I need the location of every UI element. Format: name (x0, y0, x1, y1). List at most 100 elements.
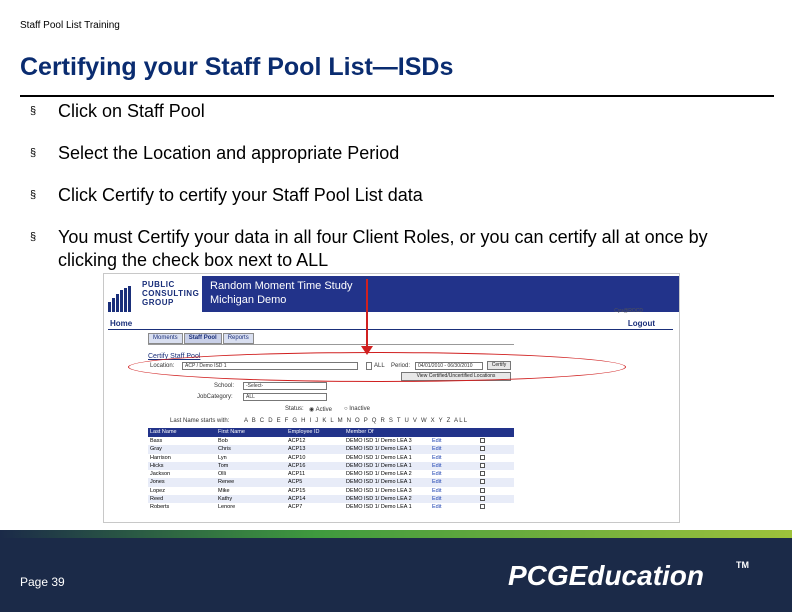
pcg-education-logo: PCGEducation TM (508, 560, 749, 591)
app-title: Random Moment Time Study (210, 280, 353, 292)
edit-link[interactable]: Edit (430, 462, 478, 470)
table-cell: ACP10 (288, 454, 306, 461)
row-checkbox[interactable] (478, 462, 514, 470)
table-row: Hicks Tom ACP16 DEMO ISD 1/ Demo LEA 1 Edit (148, 461, 514, 471)
table-cell: ACP13 (288, 446, 306, 453)
table-cell: Chris (218, 446, 231, 453)
footer-accent (0, 530, 792, 538)
table-cell: Bob (218, 438, 228, 444)
edit-link[interactable]: Edit (430, 470, 478, 478)
staff-table: Last Name First Name Employee ID Member … (148, 428, 514, 512)
school-select[interactable]: -Select- (243, 382, 327, 390)
row-checkbox[interactable] (478, 437, 514, 445)
status-label: Status: (285, 406, 304, 412)
table-header: Last Name First Name Employee ID Member … (148, 428, 514, 437)
svg-text:TM: TM (736, 560, 749, 570)
table-cell: Gray (150, 446, 162, 453)
table-cell: Mike (218, 487, 230, 494)
table-cell: Jackson (150, 471, 171, 478)
row-checkbox[interactable] (478, 495, 514, 503)
table-cell: ACP15 (288, 487, 306, 494)
row-checkbox[interactable] (478, 454, 514, 462)
table-cell: Bass (150, 438, 163, 444)
app-titlebar: Random Moment Time Study Michigan Demo (202, 276, 679, 312)
pcg-app-logo: PUBLIC CONSULTING GROUP (106, 278, 202, 312)
app-tabs: Moments Staff Pool Reports (148, 333, 255, 344)
jobcategory-select[interactable]: ALL (243, 393, 327, 401)
logout-link[interactable]: Logout (628, 319, 655, 328)
bullet-text: Click Certify to certify your Staff Pool… (58, 185, 423, 205)
table-row: Roberts Lenore ACP7 DEMO ISD 1/ Demo LEA 1 E… (148, 503, 514, 511)
table-row: Bass Bob ACP12 DEMO ISD 1/ Demo LEA 3 Edit (148, 437, 514, 445)
annotation-arrow-head (361, 346, 373, 355)
table-cell: Roberts (150, 504, 170, 511)
annotation-oval (128, 352, 626, 382)
status-inactive-radio[interactable]: ○ Inactive (344, 406, 370, 412)
table-row: Reed Kathy ACP14 DEMO ISD 1/ Demo LEA 2 Edit (148, 495, 514, 504)
table-cell: Harrison (150, 454, 171, 461)
row-checkbox[interactable] (478, 445, 514, 453)
table-row: Jackson Olli ACP11 DEMO ISD 1/ Demo LEA 2 Ed… (148, 470, 514, 478)
row-checkbox[interactable] (478, 470, 514, 478)
app-subtitle: Michigan Demo (210, 294, 287, 306)
user-label: Cyu@ROCD (614, 308, 643, 314)
bullet-text: Select the Location and appropriate Peri… (58, 143, 400, 163)
edit-link[interactable]: Edit (430, 445, 478, 453)
edit-link[interactable]: Edit (430, 487, 478, 495)
edit-link[interactable]: Edit (430, 495, 478, 503)
table-row: Harrison Lyn ACP10 DEMO ISD 1/ Demo LEA 1 Ed… (148, 454, 514, 462)
school-label: School: (214, 383, 235, 389)
home-link[interactable]: Home (110, 319, 132, 328)
table-cell: ACP12 (288, 438, 306, 444)
table-cell: ACP16 (288, 462, 306, 469)
edit-link[interactable]: Edit (430, 454, 478, 462)
table-cell: Jones (150, 479, 165, 486)
bullet-mark: § (30, 189, 37, 201)
app-screenshot: PUBLIC CONSULTING GROUP Random Moment Ti… (103, 273, 680, 523)
table-cell: ACP14 (288, 496, 306, 503)
row-checkbox[interactable] (478, 478, 514, 486)
bullet-text: You must Certify your data in all four C… (58, 227, 708, 270)
bullet-text: Click on Staff Pool (58, 101, 205, 121)
bullet-mark: § (30, 105, 37, 117)
table-cell: DEMO ISD 1/ Demo LEA 1 (346, 446, 412, 453)
table-cell: ACP7 (288, 504, 303, 511)
table-cell: DEMO ISD 1/ Demo LEA 1 (346, 504, 412, 511)
table-cell: ACP11 (288, 471, 306, 478)
logo-bars-icon (108, 286, 132, 312)
table-cell: DEMO ISD 1/ Demo LEA 2 (346, 496, 412, 503)
tab-divider (148, 344, 514, 345)
app-banner: PUBLIC CONSULTING GROUP Random Moment Ti… (104, 274, 679, 312)
page-number: Page 39 (20, 575, 65, 589)
edit-link[interactable]: Edit (430, 503, 478, 511)
nav-divider (108, 329, 673, 330)
slide-title: Certifying your Staff Pool List—ISDs (20, 53, 454, 81)
logo-text: PUBLIC CONSULTING GROUP (142, 280, 200, 307)
title-divider (20, 95, 774, 97)
table-cell: Tom (218, 462, 229, 469)
row-checkbox[interactable] (478, 487, 514, 495)
annotation-arrow (366, 279, 368, 351)
table-row: Gray Chris ACP13 DEMO ISD 1/ Demo LEA 1 Edit (148, 445, 514, 454)
tab-moments[interactable]: Moments (148, 333, 183, 344)
table-cell: Renee (218, 479, 235, 486)
table-body: Bass Bob ACP12 DEMO ISD 1/ Demo LEA 3 Edit Gr… (148, 437, 514, 512)
table-cell: ACP5 (288, 479, 303, 486)
tab-staff-pool[interactable]: Staff Pool (183, 333, 222, 344)
edit-link[interactable]: Edit (430, 478, 478, 486)
lastname-filter-label: Last Name starts with: (170, 418, 230, 424)
alphabet-filter[interactable]: A B C D E F G H I J K L M N O P Q R S T … (244, 418, 468, 424)
edit-link[interactable]: Edit (430, 437, 478, 445)
table-cell: Lenore (218, 504, 236, 511)
status-active-radio[interactable]: ◉ Active (309, 406, 332, 413)
table-cell: DEMO ISD 1/ Demo LEA 1 (346, 462, 412, 469)
table-cell: DEMO ISD 1/ Demo LEA 3 (346, 438, 412, 444)
table-row: Lopez Mike ACP15 DEMO ISD 1/ Demo LEA 3 Edit (148, 487, 514, 495)
jobcategory-label: JobCategory: (197, 394, 233, 400)
table-cell: Lyn (218, 454, 227, 461)
table-cell: Lopez (150, 487, 165, 494)
bullet-mark: § (30, 147, 37, 159)
table-cell: Kathy (218, 496, 233, 503)
row-checkbox[interactable] (478, 503, 514, 511)
tab-reports[interactable]: Reports (222, 333, 254, 344)
